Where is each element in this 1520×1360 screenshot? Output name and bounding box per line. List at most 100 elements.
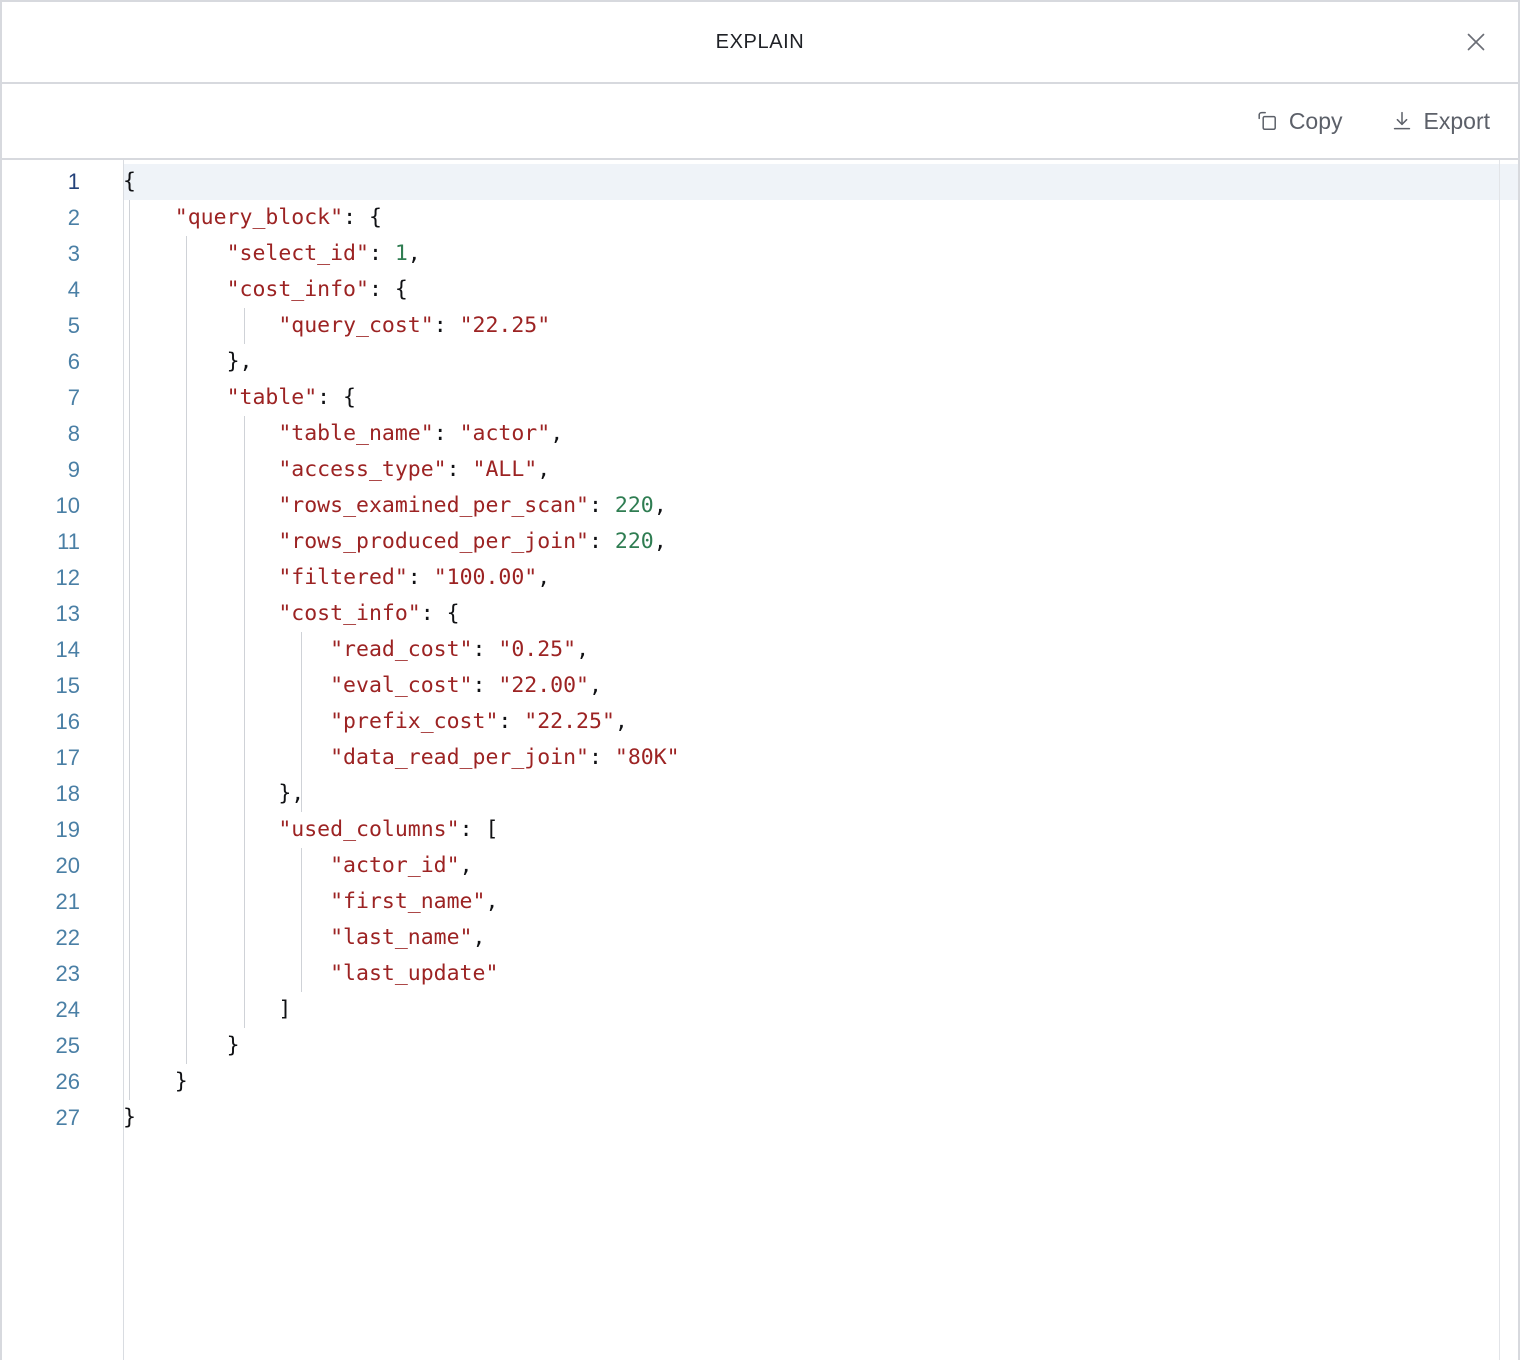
code-text: "cost_info": { bbox=[123, 596, 1518, 632]
code-line: 23 "last_update" bbox=[2, 956, 1518, 992]
code-text: "cost_info": { bbox=[123, 272, 1518, 308]
line-number: 12 bbox=[2, 560, 80, 596]
code-text: } bbox=[123, 1100, 1518, 1136]
code-text: "rows_examined_per_scan": 220, bbox=[123, 488, 1518, 524]
code-line: 6 }, bbox=[2, 344, 1518, 380]
code-line: 15 "eval_cost": "22.00", bbox=[2, 668, 1518, 704]
gutter-gap bbox=[80, 740, 123, 776]
code-text: "query_block": { bbox=[123, 200, 1518, 236]
code-text: "filtered": "100.00", bbox=[123, 560, 1518, 596]
line-number: 23 bbox=[2, 956, 80, 992]
dialog-toolbar: Copy Export bbox=[2, 84, 1518, 160]
line-number: 6 bbox=[2, 344, 80, 380]
gutter-gap bbox=[80, 380, 123, 416]
copy-icon bbox=[1256, 110, 1278, 132]
code-line: 7 "table": { bbox=[2, 380, 1518, 416]
line-number: 2 bbox=[2, 200, 80, 236]
copy-label: Copy bbox=[1289, 108, 1343, 135]
line-number: 14 bbox=[2, 632, 80, 668]
gutter-gap bbox=[80, 956, 123, 992]
line-number: 5 bbox=[2, 308, 80, 344]
gutter-divider bbox=[123, 160, 124, 1360]
close-button[interactable] bbox=[1456, 22, 1496, 62]
code-text: } bbox=[123, 1064, 1518, 1100]
gutter-gap bbox=[80, 416, 123, 452]
code-line: 5 "query_cost": "22.25" bbox=[2, 308, 1518, 344]
gutter-gap bbox=[80, 920, 123, 956]
line-number: 4 bbox=[2, 272, 80, 308]
explain-dialog: EXPLAIN Copy bbox=[0, 0, 1520, 1360]
code-line: 19 "used_columns": [ bbox=[2, 812, 1518, 848]
code-lines: 1{2 "query_block": {3 "select_id": 1,4 "… bbox=[2, 164, 1518, 1136]
gutter-gap bbox=[80, 1064, 123, 1100]
code-line: 18 }, bbox=[2, 776, 1518, 812]
code-line: 17 "data_read_per_join": "80K" bbox=[2, 740, 1518, 776]
code-text: "data_read_per_join": "80K" bbox=[123, 740, 1518, 776]
gutter-gap bbox=[80, 704, 123, 740]
gutter-gap bbox=[80, 812, 123, 848]
code-line: 21 "first_name", bbox=[2, 884, 1518, 920]
code-text: "last_name", bbox=[123, 920, 1518, 956]
gutter-gap bbox=[80, 524, 123, 560]
line-number: 22 bbox=[2, 920, 80, 956]
gutter-gap bbox=[80, 1100, 123, 1136]
line-number: 25 bbox=[2, 1028, 80, 1064]
copy-button[interactable]: Copy bbox=[1254, 104, 1345, 139]
code-line: 11 "rows_produced_per_join": 220, bbox=[2, 524, 1518, 560]
line-number: 13 bbox=[2, 596, 80, 632]
gutter-gap bbox=[80, 344, 123, 380]
code-text: "query_cost": "22.25" bbox=[123, 308, 1518, 344]
line-number: 7 bbox=[2, 380, 80, 416]
code-line: 8 "table_name": "actor", bbox=[2, 416, 1518, 452]
export-button[interactable]: Export bbox=[1389, 104, 1492, 139]
code-text: "select_id": 1, bbox=[123, 236, 1518, 272]
gutter-gap bbox=[80, 848, 123, 884]
code-text: "read_cost": "0.25", bbox=[123, 632, 1518, 668]
code-line: 24 ] bbox=[2, 992, 1518, 1028]
code-line: 27} bbox=[2, 1100, 1518, 1136]
line-number: 8 bbox=[2, 416, 80, 452]
close-icon bbox=[1464, 30, 1488, 54]
code-line: 12 "filtered": "100.00", bbox=[2, 560, 1518, 596]
gutter-gap bbox=[80, 272, 123, 308]
gutter-gap bbox=[80, 668, 123, 704]
code-line: 25 } bbox=[2, 1028, 1518, 1064]
line-number: 1 bbox=[2, 164, 80, 200]
line-number: 17 bbox=[2, 740, 80, 776]
gutter-gap bbox=[80, 200, 123, 236]
gutter-gap bbox=[80, 596, 123, 632]
code-line: 16 "prefix_cost": "22.25", bbox=[2, 704, 1518, 740]
code-text: "first_name", bbox=[123, 884, 1518, 920]
code-line: 9 "access_type": "ALL", bbox=[2, 452, 1518, 488]
code-line: 4 "cost_info": { bbox=[2, 272, 1518, 308]
code-text: } bbox=[123, 1028, 1518, 1064]
gutter-gap bbox=[80, 488, 123, 524]
code-text: "access_type": "ALL", bbox=[123, 452, 1518, 488]
code-text: }, bbox=[123, 776, 1518, 812]
code-text: "eval_cost": "22.00", bbox=[123, 668, 1518, 704]
code-line: 1{ bbox=[2, 164, 1518, 200]
code-line: 22 "last_name", bbox=[2, 920, 1518, 956]
page-title: EXPLAIN bbox=[716, 31, 805, 54]
code-line: 10 "rows_examined_per_scan": 220, bbox=[2, 488, 1518, 524]
code-text: }, bbox=[123, 344, 1518, 380]
vertical-scrollbar[interactable] bbox=[1499, 160, 1500, 1360]
gutter-gap bbox=[80, 236, 123, 272]
line-number: 19 bbox=[2, 812, 80, 848]
code-line: 3 "select_id": 1, bbox=[2, 236, 1518, 272]
line-number: 27 bbox=[2, 1100, 80, 1136]
line-number: 18 bbox=[2, 776, 80, 812]
code-line: 14 "read_cost": "0.25", bbox=[2, 632, 1518, 668]
line-number: 11 bbox=[2, 524, 80, 560]
explain-json-viewer[interactable]: 1{2 "query_block": {3 "select_id": 1,4 "… bbox=[2, 160, 1518, 1360]
code-text: "table_name": "actor", bbox=[123, 416, 1518, 452]
line-number: 16 bbox=[2, 704, 80, 740]
line-number: 3 bbox=[2, 236, 80, 272]
line-number: 26 bbox=[2, 1064, 80, 1100]
gutter-gap bbox=[80, 452, 123, 488]
code-text: { bbox=[123, 164, 1518, 200]
download-icon bbox=[1391, 110, 1413, 132]
code-text: "actor_id", bbox=[123, 848, 1518, 884]
code-text: "prefix_cost": "22.25", bbox=[123, 704, 1518, 740]
gutter-gap bbox=[80, 632, 123, 668]
